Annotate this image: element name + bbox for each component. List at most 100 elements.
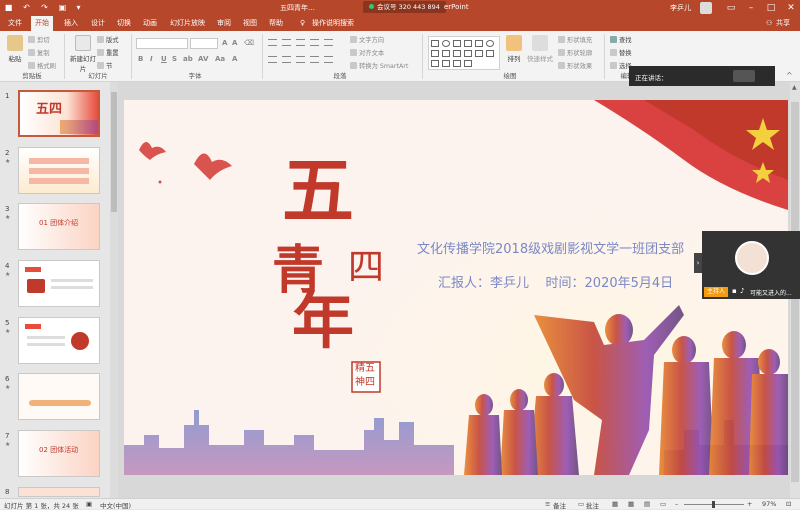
tab-transitions[interactable]: 切换 <box>113 16 135 31</box>
cloud-shape-icon[interactable] <box>453 60 461 67</box>
oval-shape-icon[interactable] <box>442 40 450 47</box>
arrange-button[interactable]: 排列 <box>503 35 525 63</box>
thumbnail-scrollbar[interactable] <box>110 82 118 498</box>
slideshow-view-icon[interactable]: ▭ <box>660 500 666 508</box>
share-button[interactable]: 共享 <box>772 16 794 31</box>
tab-design[interactable]: 设计 <box>87 16 109 31</box>
participant-video-panel[interactable]: › 主持人 ▪ ♪ 可能又进入的... <box>694 231 800 299</box>
tab-animations[interactable]: 动画 <box>139 16 161 31</box>
save-icon[interactable]: ■ <box>4 3 13 12</box>
columns-icon[interactable] <box>324 56 333 63</box>
notes-icon[interactable]: ≡ <box>545 500 550 508</box>
format-painter-button[interactable]: 格式刷 <box>28 61 56 70</box>
quick-styles-button[interactable]: 快速样式 <box>526 35 554 63</box>
paste-button[interactable]: 粘贴 <box>4 35 26 63</box>
hexagon-shape-icon[interactable] <box>442 60 450 67</box>
find-button[interactable]: 查找 <box>610 35 632 44</box>
star-shape-icon[interactable] <box>453 50 461 57</box>
reading-view-icon[interactable]: ▤ <box>644 500 650 508</box>
tab-home[interactable]: 开始 <box>31 16 53 31</box>
shape-fill-button[interactable]: 形状填充 <box>558 35 592 44</box>
font-color-icon[interactable]: A <box>232 55 237 63</box>
reset-button[interactable]: 重置 <box>97 48 119 57</box>
meeting-indicator[interactable]: 会议号 320 443 894 <box>363 1 446 13</box>
normal-view-icon[interactable]: ▦ <box>612 500 618 508</box>
slide-thumbnail[interactable]: 02 团体活动 <box>18 430 100 477</box>
comments-icon[interactable]: ▭ <box>578 500 584 508</box>
numbering-icon[interactable] <box>282 39 291 46</box>
presentation-icon[interactable]: ▣ <box>58 3 67 12</box>
italic-icon[interactable]: I <box>150 55 153 63</box>
cut-button[interactable]: 剪切 <box>28 35 50 44</box>
shadow-icon[interactable]: S <box>172 55 177 63</box>
brace-shape-icon[interactable] <box>475 50 483 57</box>
align-center-icon[interactable] <box>282 56 291 63</box>
curve-shape-icon[interactable] <box>486 50 494 57</box>
bold-icon[interactable]: B <box>138 55 143 63</box>
slide-reporter-line[interactable]: 汇报人：李乒儿 时间：2020年5月4日 <box>438 272 673 291</box>
zoom-slider-thumb[interactable] <box>712 501 715 508</box>
sorter-view-icon[interactable]: ▦ <box>628 500 634 508</box>
slide-thumbnail[interactable] <box>18 147 100 194</box>
heart-shape-icon[interactable] <box>464 60 472 67</box>
copy-button[interactable]: 复制 <box>28 48 50 57</box>
slide-thumbnail[interactable]: 01 团体介绍 <box>18 203 100 250</box>
slide-thumbnail[interactable]: 五四 <box>18 90 100 137</box>
arrow-shape-icon[interactable] <box>464 40 472 47</box>
slide-thumbnail[interactable] <box>18 487 100 497</box>
strikethrough-icon[interactable]: ab <box>183 55 193 63</box>
undo-icon[interactable]: ↶ <box>22 3 31 12</box>
font-size-dropdown[interactable] <box>190 38 218 49</box>
tab-insert[interactable]: 插入 <box>60 16 82 31</box>
fit-slide-icon[interactable]: ⊡ <box>786 500 791 508</box>
tab-help[interactable]: 帮助 <box>265 16 287 31</box>
spacing-icon[interactable]: AV <box>198 55 208 63</box>
increase-indent-icon[interactable] <box>310 39 319 46</box>
slide-thumbnail[interactable] <box>18 260 100 307</box>
customize-quick-access-icon[interactable]: ▾ <box>74 3 83 12</box>
tab-file[interactable]: 文件 <box>4 16 26 31</box>
tell-me-search[interactable]: 操作说明搜索 <box>308 16 358 31</box>
zoom-level[interactable]: 97% <box>762 500 776 508</box>
increase-font-icon[interactable]: A <box>222 39 227 47</box>
user-name[interactable]: 李乒儿 <box>670 3 691 13</box>
pentagon-shape-icon[interactable] <box>431 60 439 67</box>
shape-outline-button[interactable]: 形状轮廓 <box>558 48 592 57</box>
section-button[interactable]: 节 <box>97 61 112 70</box>
text-direction-button[interactable]: 文字方向 <box>350 35 384 44</box>
align-right-icon[interactable] <box>296 56 305 63</box>
close-icon[interactable]: ✕ <box>778 0 800 16</box>
layout-button[interactable]: 版式 <box>97 35 119 44</box>
shape-effects-button[interactable]: 形状效果 <box>558 61 592 70</box>
tab-view[interactable]: 视图 <box>239 16 261 31</box>
justify-icon[interactable] <box>310 56 319 63</box>
clear-format-icon[interactable]: ⌫ <box>244 39 254 47</box>
font-name-dropdown[interactable] <box>136 38 188 49</box>
change-case-icon[interactable]: Aa <box>215 55 225 63</box>
collapse-panel-icon[interactable]: › <box>694 253 702 273</box>
line-shape-icon[interactable] <box>453 40 461 47</box>
zoom-out-icon[interactable]: – <box>675 500 678 508</box>
current-slide[interactable]: 五 四 青 年 精五 神四 文化传播学院2018级戏剧影视文学一班团支部 汇报人… <box>124 100 788 475</box>
zoom-in-icon[interactable]: + <box>747 500 752 508</box>
rectangle-shape-icon[interactable] <box>431 40 439 47</box>
redo-icon[interactable]: ↷ <box>40 3 49 12</box>
tab-review[interactable]: 审阅 <box>213 16 235 31</box>
circle-shape-icon[interactable] <box>486 40 494 47</box>
underline-icon[interactable]: U <box>161 55 167 63</box>
new-slide-button[interactable]: 新建幻灯片 <box>68 35 98 73</box>
scrollbar-thumb[interactable] <box>111 92 117 212</box>
shapes-gallery[interactable] <box>428 36 500 70</box>
scroll-up-icon[interactable]: ▲ <box>792 84 797 91</box>
bullets-icon[interactable] <box>268 39 277 46</box>
smartart-button[interactable]: 转换为 SmartArt <box>350 61 408 70</box>
line-spacing-icon[interactable] <box>324 39 333 46</box>
align-text-button[interactable]: 对齐文本 <box>350 48 384 57</box>
slide-subtitle[interactable]: 文化传播学院2018级戏剧影视文学一班团支部 <box>417 238 684 257</box>
collapse-ribbon-icon[interactable]: ^ <box>786 71 793 80</box>
bracket-shape-icon[interactable] <box>442 50 450 57</box>
callout-shape-icon[interactable] <box>464 50 472 57</box>
decrease-font-icon[interactable]: A <box>232 39 237 47</box>
tab-slideshow[interactable]: 幻灯片放映 <box>166 16 209 31</box>
slide-thumbnail[interactable] <box>18 373 100 420</box>
